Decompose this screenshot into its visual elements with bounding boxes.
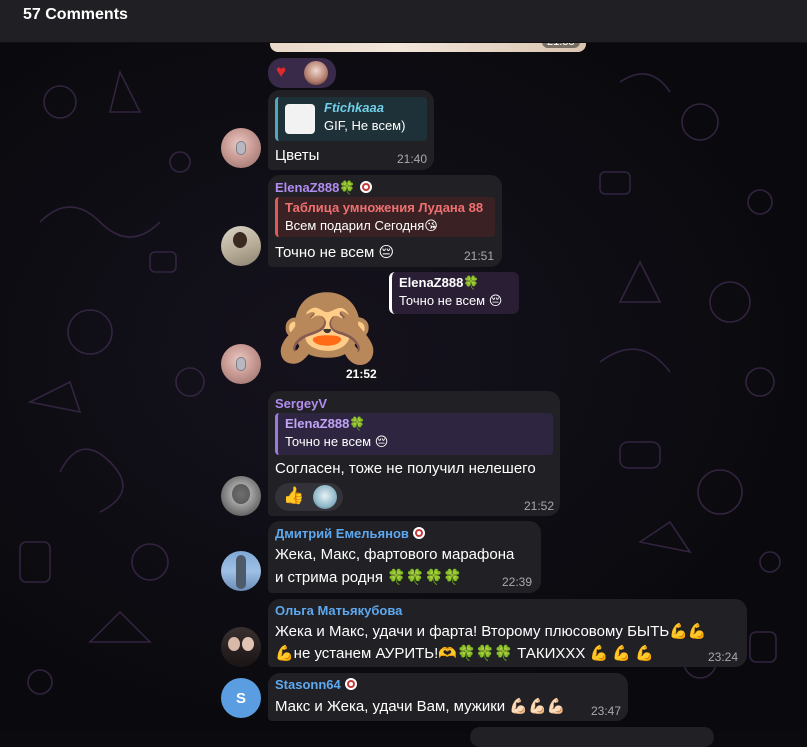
avatar-elenaz888[interactable] xyxy=(221,226,261,266)
badge-icon xyxy=(359,181,372,193)
message-author: SergeyV xyxy=(275,396,328,411)
reply-author: ElenaZ888🍀 xyxy=(399,275,480,290)
badge-icon xyxy=(412,527,425,539)
message-author: Ольга Матьякубова xyxy=(275,603,403,618)
avatar-dmitry[interactable] xyxy=(221,551,261,591)
message-line-1: Жека и Макс, удачи и фарта! Второму плюс… xyxy=(275,623,707,640)
reply-text: Точно не всем 😔 xyxy=(399,293,503,308)
message-bubble-6[interactable]: Ольга Матьякубова Жека и Макс, удачи и ф… xyxy=(268,599,747,667)
message-line-2: и стрима родня 🍀🍀🍀🍀 xyxy=(275,569,462,586)
gif-reply-thumbnail xyxy=(285,104,315,134)
message-bubble-next[interactable] xyxy=(470,727,714,747)
reactor-avatar xyxy=(313,485,337,509)
author-name: ElenaZ888🍀 xyxy=(275,180,356,195)
reply-text: Всем подарил Сегодня😘 xyxy=(285,218,438,233)
reply-text: GIF, Не всем) xyxy=(324,118,406,133)
message-time: 23:24 xyxy=(708,650,739,664)
message-line-1: Жека, Макс, фартового марафона xyxy=(275,546,515,563)
sticker-time: 21:52 xyxy=(340,366,383,382)
reply-quote[interactable]: Таблица умножения Лудана 88 Всем подарил… xyxy=(275,197,495,237)
message-bubble-1[interactable]: Ftichkaaa GIF, Не всем) Цветы 21:40 xyxy=(268,90,434,170)
message-time: 22:39 xyxy=(502,575,533,589)
message-text: Макс и Жека, удачи Вам, мужики 💪🏻💪🏻💪🏻 xyxy=(275,698,566,715)
heart-icon: ♥ xyxy=(276,62,287,81)
author-name: Stasonn64 xyxy=(275,677,341,692)
reply-quote[interactable]: Ftichkaaa GIF, Не всем) xyxy=(275,97,427,141)
avatar-olga[interactable] xyxy=(221,627,261,667)
badge-icon xyxy=(344,678,357,690)
reaction-thumbs-up[interactable]: 👍 xyxy=(275,483,343,511)
sticker-reply-quote[interactable]: ElenaZ888🍀 Точно не всем 😔 xyxy=(389,272,519,314)
monkey-sticker-icon: 🙈 xyxy=(276,282,379,373)
message-time: 21:52 xyxy=(524,499,555,513)
message-text: Цветы xyxy=(275,147,320,164)
avatar-letter: S xyxy=(235,689,246,707)
message-text: Согласен, тоже не получил нелешего xyxy=(275,460,536,477)
message-time: 21:51 xyxy=(464,249,495,263)
message-time: 23:47 xyxy=(591,704,622,718)
comments-count-title: 57 Comments xyxy=(23,6,128,23)
message-author: Дмитрий Емельянов xyxy=(275,526,425,541)
avatar-sergeyv[interactable] xyxy=(221,476,261,516)
reply-author: Таблица умножения Лудана 88 xyxy=(285,200,484,215)
thumbs-up-icon: 👍 xyxy=(283,486,305,505)
message-text: Точно не всем 😔 xyxy=(275,244,395,261)
message-line-2: 💪не устанем АУРИТЬ!🫶🍀🍀🍀 ТАКИХХХ 💪 💪 💪 xyxy=(275,645,654,662)
message-author: Stasonn64 xyxy=(275,677,357,692)
avatar-user-1[interactable] xyxy=(221,128,261,168)
reply-author: ElenaZ888🍀 xyxy=(285,416,366,431)
reply-author: Ftichkaaa xyxy=(324,100,384,115)
avatar-stasonn64[interactable]: S xyxy=(221,678,261,718)
message-bubble-2[interactable]: ElenaZ888🍀 Таблица умножения Лудана 88 В… xyxy=(268,175,502,267)
avatar-user-1[interactable] xyxy=(221,344,261,384)
message-bubble-7[interactable]: Stasonn64 Макс и Жека, удачи Вам, мужики… xyxy=(268,673,628,721)
top-bar: 57 Comments xyxy=(0,0,807,43)
reply-quote[interactable]: ElenaZ888🍀 Точно не всем 😔 xyxy=(275,413,553,455)
reaction-heart[interactable]: ♥ xyxy=(268,58,336,88)
reply-text: Точно не всем 😔 xyxy=(285,434,389,449)
author-name: Дмитрий Емельянов xyxy=(275,526,409,541)
message-bubble-4[interactable]: SergeyV ElenaZ888🍀 Точно не всем 😔 Согла… xyxy=(268,391,560,516)
message-bubble-5[interactable]: Дмитрий Емельянов Жека, Макс, фартового … xyxy=(268,521,541,593)
sticker[interactable]: 🙈 21:52 xyxy=(276,282,383,382)
reactor-avatar xyxy=(304,61,328,85)
message-time: 21:40 xyxy=(397,152,428,166)
message-author: ElenaZ888🍀 xyxy=(275,180,372,196)
